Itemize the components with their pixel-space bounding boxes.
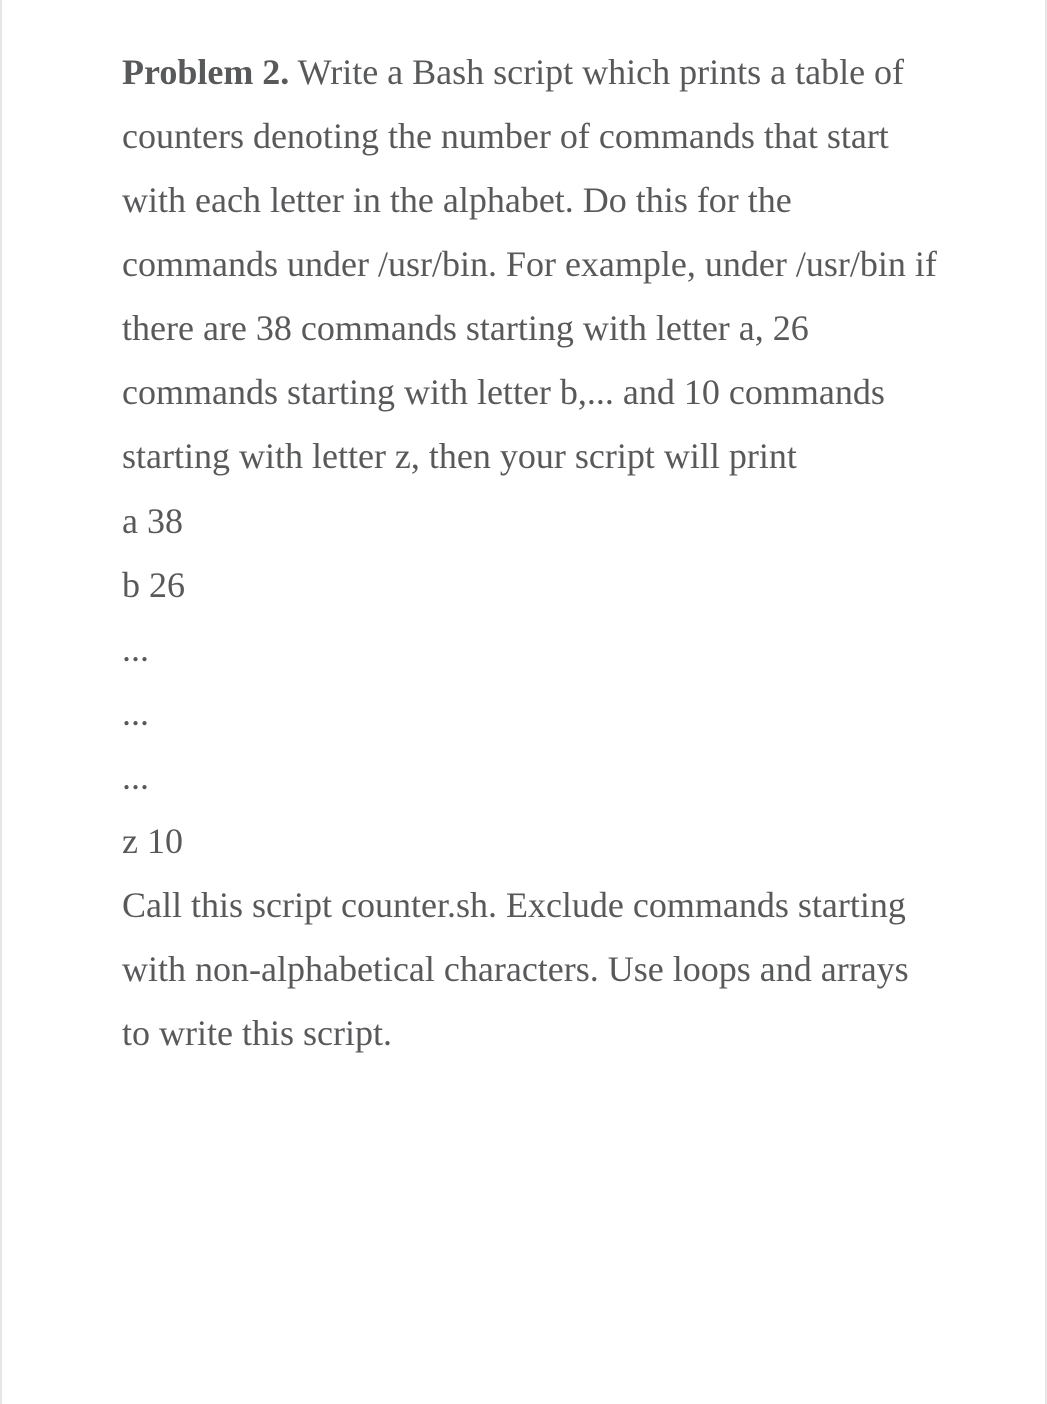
problem-block: Problem 2. Write a Bash script which pri… xyxy=(122,40,945,1065)
example-output-line: b 26 xyxy=(122,553,945,617)
example-output-line: z 10 xyxy=(122,809,945,873)
problem-body: Write a Bash script which prints a table… xyxy=(122,52,937,476)
example-output-line: ... xyxy=(122,681,945,745)
example-output-line: ... xyxy=(122,617,945,681)
problem-label: Problem 2. xyxy=(122,52,289,92)
example-output-line: a 38 xyxy=(122,489,945,553)
problem-tail: Call this script counter.sh. Exclude com… xyxy=(122,873,945,1065)
example-output-line: ... xyxy=(122,745,945,809)
page-container: Problem 2. Write a Bash script which pri… xyxy=(0,0,1047,1404)
problem-paragraph: Problem 2. Write a Bash script which pri… xyxy=(122,40,945,489)
